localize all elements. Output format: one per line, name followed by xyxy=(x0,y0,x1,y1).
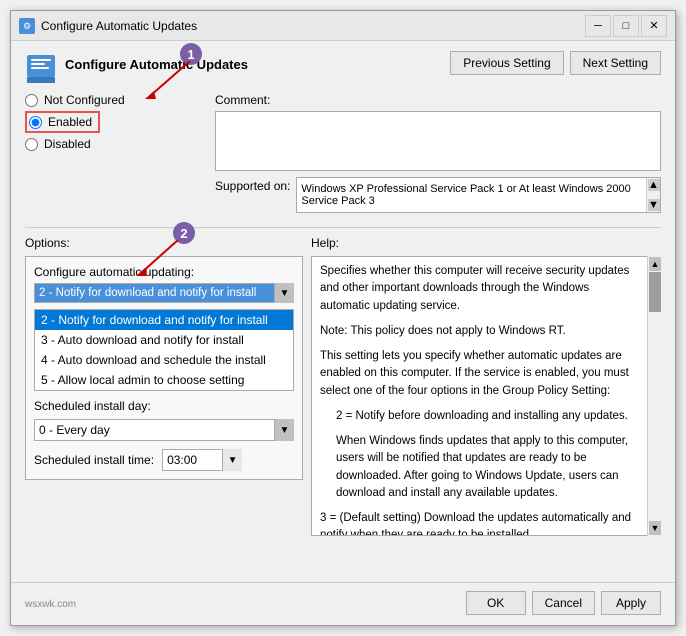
radio-disabled[interactable]: Disabled xyxy=(25,137,205,151)
help-scroll-up[interactable]: ▲ xyxy=(649,257,661,271)
help-text-4: 2 = Notify before downloading and instal… xyxy=(336,408,640,425)
dropdown-item-2-text: 4 - Auto download and schedule the insta… xyxy=(41,353,266,367)
apply-button[interactable]: Apply xyxy=(601,591,661,615)
dropdown-item-1[interactable]: 3 - Auto download and notify for install xyxy=(35,330,293,350)
configure-label: Configure automatic updating: xyxy=(34,265,294,279)
options-panel: Configure automatic updating: 2 - Notify… xyxy=(25,256,303,480)
cancel-button[interactable]: Cancel xyxy=(532,591,595,615)
scroll-up[interactable]: ▲ xyxy=(648,179,660,191)
scroll-down[interactable]: ▼ xyxy=(648,199,660,211)
schedule-time-arrow[interactable]: ▼ xyxy=(222,449,242,471)
window-title: Configure Automatic Updates xyxy=(41,19,197,33)
bottom-bar: wsxwk.com OK Cancel Apply xyxy=(11,582,675,625)
dropdown-item-0[interactable]: 2 - Notify for download and notify for i… xyxy=(35,310,293,330)
radio-not-configured-label: Not Configured xyxy=(44,93,125,107)
schedule-day-selected[interactable]: 0 - Every day xyxy=(34,419,294,441)
radio-disabled-label: Disabled xyxy=(44,137,91,151)
radio-not-configured[interactable]: Not Configured xyxy=(25,93,205,107)
title-bar-left: ⚙ Configure Automatic Updates xyxy=(19,18,197,34)
schedule-day-text: 0 - Every day xyxy=(39,423,110,437)
options-column: Options: Configure automatic updating: 2… xyxy=(25,236,311,572)
divider xyxy=(25,227,661,228)
comment-label: Comment: xyxy=(215,93,661,107)
schedule-time-wrapper[interactable]: 03:00 ▼ xyxy=(162,449,242,471)
main-window: ⚙ Configure Automatic Updates ─ □ ✕ xyxy=(10,10,676,626)
configure-dropdown-selected[interactable]: 2 - Notify for download and notify for i… xyxy=(34,283,294,303)
schedule-time-text: 03:00 xyxy=(167,453,197,467)
help-scroll-thumb[interactable] xyxy=(649,272,661,312)
radio-group: Not Configured Enabled Disabled xyxy=(25,93,205,213)
dropdown-item-2[interactable]: 4 - Auto download and schedule the insta… xyxy=(35,350,293,370)
watermark-area: wsxwk.com xyxy=(25,591,460,615)
radio-enabled-label: Enabled xyxy=(48,115,92,129)
help-box: Specifies whether this computer will rec… xyxy=(311,256,661,536)
dropdown-item-3[interactable]: 5 - Allow local admin to choose setting xyxy=(35,370,293,390)
supported-scrollbar[interactable]: ▲ ▼ xyxy=(646,178,660,212)
radio-not-configured-input[interactable] xyxy=(25,94,38,107)
help-text-5: When Windows finds updates that apply to… xyxy=(336,433,640,502)
help-text-3: This setting lets you specify whether au… xyxy=(320,348,640,400)
maximize-button[interactable]: □ xyxy=(613,15,639,37)
minimize-button[interactable]: ─ xyxy=(585,15,611,37)
schedule-day-row: Scheduled install day: xyxy=(34,399,294,413)
help-scrollbar[interactable]: ▲ ▼ xyxy=(647,256,661,536)
ok-button[interactable]: OK xyxy=(466,591,526,615)
help-text-1: Specifies whether this computer will rec… xyxy=(320,263,640,315)
dropdown-selected-text: 2 - Notify for download and notify for i… xyxy=(39,287,256,299)
dropdown-item-0-text: 2 - Notify for download and notify for i… xyxy=(41,313,268,327)
help-label: Help: xyxy=(311,236,661,250)
help-text-2: Note: This policy does not apply to Wind… xyxy=(320,323,640,340)
next-setting-button[interactable]: Next Setting xyxy=(570,51,661,75)
supported-label: Supported on: xyxy=(215,177,290,193)
policy-icon xyxy=(25,53,57,85)
watermark-text: wsxwk.com xyxy=(25,597,80,610)
content-area: Configure Automatic Updates 1 Previous S… xyxy=(11,41,675,582)
supported-value: Windows XP Professional Service Pack 1 o… xyxy=(301,183,656,207)
help-column: Help: Specifies whether this computer wi… xyxy=(311,236,661,572)
title-buttons: ─ □ ✕ xyxy=(585,15,667,37)
top-buttons: Previous Setting Next Setting xyxy=(450,51,661,75)
schedule-day-wrapper[interactable]: 0 - Every day ▼ xyxy=(34,419,294,441)
radio-enabled-container[interactable]: Enabled xyxy=(25,111,100,133)
prev-setting-button[interactable]: Previous Setting xyxy=(450,51,563,75)
policy-title: Configure Automatic Updates xyxy=(65,51,248,72)
radio-enabled-input[interactable] xyxy=(29,116,42,129)
configure-dropdown-wrapper[interactable]: 2 - Notify for download and notify for i… xyxy=(34,283,294,303)
schedule-time-label: Scheduled install time: xyxy=(34,453,154,467)
close-button[interactable]: ✕ xyxy=(641,15,667,37)
dropdown-item-3-text: 5 - Allow local admin to choose setting xyxy=(41,373,244,387)
help-box-wrapper: Specifies whether this computer will rec… xyxy=(311,256,661,536)
window-icon: ⚙ xyxy=(19,18,35,34)
help-text-6: 3 = (Default setting) Download the updat… xyxy=(320,510,640,536)
configure-dropdown-list: 2 - Notify for download and notify for i… xyxy=(34,309,294,391)
dropdown-item-1-text: 3 - Auto download and notify for install xyxy=(41,333,244,347)
title-bar: ⚙ Configure Automatic Updates ─ □ ✕ xyxy=(11,11,675,41)
radio-disabled-input[interactable] xyxy=(25,138,38,151)
help-scroll-down[interactable]: ▼ xyxy=(649,521,661,535)
schedule-time-row: Scheduled install time: 03:00 ▼ xyxy=(34,449,294,471)
comment-textarea[interactable] xyxy=(215,111,661,171)
options-label: Options: xyxy=(25,236,303,250)
schedule-day-label: Scheduled install day: xyxy=(34,399,151,413)
svg-text:⚙: ⚙ xyxy=(23,21,31,31)
